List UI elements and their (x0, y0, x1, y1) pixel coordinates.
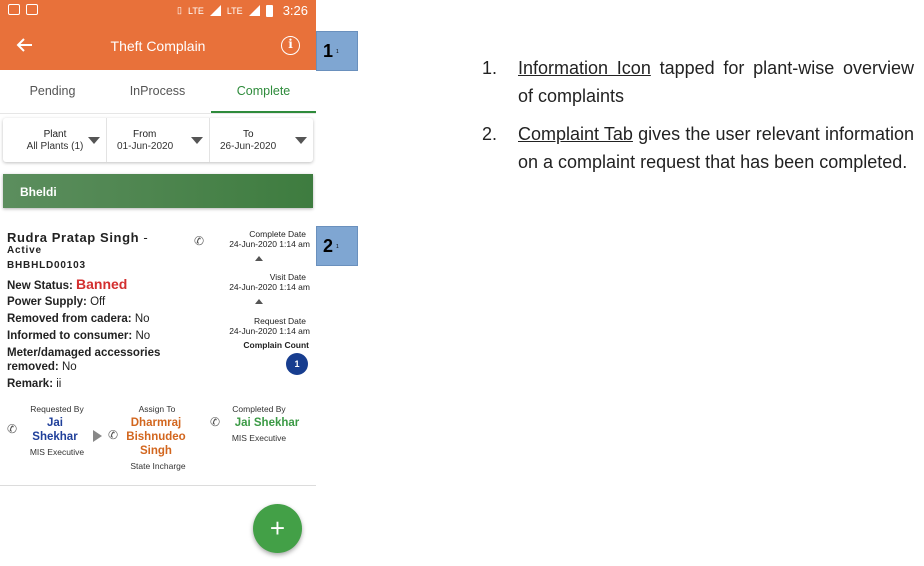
chevron-down-icon (191, 137, 203, 144)
signal-icon (209, 5, 221, 16)
plant-header[interactable]: Bheldi (3, 174, 313, 208)
assign-to-name-line2: Bishnudeo (126, 431, 186, 443)
annotation-notes: 1. Information Icon tapped for plant-wise… (482, 54, 914, 186)
assign-to-name-line3: Singh (140, 445, 172, 457)
phone-screen: ▯ LTE LTE 3:26 Theft Complain i Pending … (0, 0, 316, 566)
network-type-2: LTE (226, 5, 243, 16)
note-term: Complaint Tab (518, 124, 633, 144)
assign-to-name-line1: Dharmraj (130, 417, 182, 429)
caret-up-icon (255, 299, 263, 304)
request-date-value: 24-Jun-2020 1:14 am (229, 326, 310, 336)
gallery-notification-icon (8, 4, 20, 15)
caret-up-icon (255, 256, 263, 261)
complaint-card[interactable]: Rudra Pratap Singh - Active BHBHLD00103 … (0, 220, 316, 486)
active-tab-indicator (211, 111, 316, 113)
assign-to-role: State Incharge (130, 461, 186, 471)
note-item: 2. Complaint Tab gives the user relevant … (482, 124, 914, 172)
status-bar: ▯ LTE LTE 3:26 (0, 0, 316, 22)
consumer-code: BHBHLD00103 (7, 260, 86, 271)
activity-notification-icon (26, 4, 38, 15)
vibrate-icon: ▯ (177, 5, 182, 15)
callout-1: 11 (316, 31, 358, 71)
completed-by-label: Completed By (232, 404, 286, 414)
clock: 3:26 (282, 3, 308, 18)
informed-row: Informed to consumer: No (7, 330, 151, 342)
phone-icon[interactable]: ✆ (108, 428, 118, 442)
tab-pending[interactable]: Pending (0, 84, 105, 98)
note-item: 1. Information Icon tapped for plant-wise… (482, 58, 914, 106)
requested-by-role: MIS Executive (29, 447, 85, 457)
signal-2-icon (248, 5, 260, 16)
page-title: Theft Complain (110, 38, 206, 54)
callout-2: 21 (316, 226, 358, 266)
requested-by-name-line1: Jai (47, 417, 63, 429)
complain-count-label: Complain Count (243, 340, 309, 350)
tab-complete[interactable]: Complete (211, 84, 316, 98)
completed-by-name: Jai Shekhar (234, 417, 300, 429)
visit-date-label: Visit Date (269, 272, 306, 282)
phone-icon[interactable]: ✆ (210, 415, 220, 429)
meter-row-line2: removed: No (7, 361, 77, 373)
app-bar: Theft Complain i (0, 22, 316, 70)
network-type-1: LTE (188, 5, 204, 16)
to-date-dropdown[interactable]: To 26-Jun-2020 (209, 118, 313, 162)
info-icon[interactable]: i (281, 36, 300, 55)
request-date-label: Request Date (254, 316, 306, 326)
play-arrow-icon (93, 430, 102, 442)
remark-row: Remark: ii (7, 378, 62, 390)
meter-row-line1: Meter/damaged accessories (7, 347, 161, 359)
filter-bar: Plant All Plants (1) From 01-Jun-2020 To… (3, 118, 313, 162)
consumer-state: Active (7, 245, 42, 256)
visit-date-value: 24-Jun-2020 1:14 am (229, 282, 310, 292)
requested-by-name-line2: Shekhar (32, 431, 78, 443)
removed-row: Removed from cadera: No (7, 313, 150, 325)
add-complaint-button[interactable]: + (253, 504, 302, 553)
status-badge: Banned (76, 276, 128, 292)
power-supply-row: Power Supply: Off (7, 296, 106, 308)
chevron-down-icon (295, 137, 307, 144)
complain-count-badge: 1 (286, 353, 308, 375)
phone-icon[interactable]: ✆ (194, 234, 204, 248)
phone-icon[interactable]: ✆ (7, 422, 17, 436)
requested-by-label: Requested By (30, 404, 84, 414)
tab-inprocess[interactable]: InProcess (105, 84, 210, 98)
tab-bar: Pending InProcess Complete (0, 76, 316, 114)
battery-icon (265, 4, 273, 17)
consumer-name: Rudra Pratap Singh - (7, 230, 149, 245)
assign-to-label: Assign To (138, 404, 176, 414)
from-date-dropdown[interactable]: From 01-Jun-2020 (106, 118, 209, 162)
completed-by-role: MIS Executive (231, 433, 287, 443)
plant-dropdown[interactable]: Plant All Plants (1) (3, 118, 106, 162)
chevron-down-icon (88, 137, 100, 144)
complete-date-value: 24-Jun-2020 1:14 am (229, 239, 310, 249)
new-status-row: New Status: Banned (7, 276, 128, 292)
note-term: Information Icon (518, 58, 651, 78)
complete-date-label: Complete Date (249, 229, 306, 239)
